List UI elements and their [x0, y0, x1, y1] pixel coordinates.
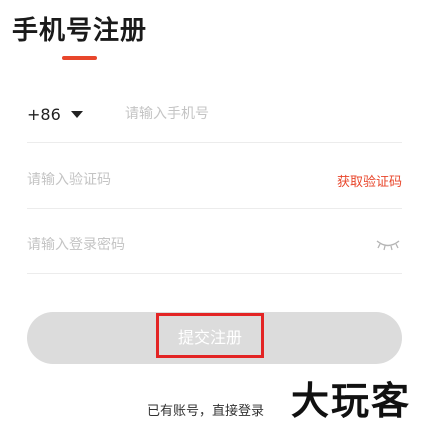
title-underline	[62, 56, 97, 60]
caret-down-icon	[70, 110, 83, 118]
page-title: 手机号注册	[12, 16, 148, 46]
get-code-button[interactable]: 获取验证码	[337, 171, 402, 190]
password-input[interactable]	[27, 237, 374, 253]
country-code-label: +86	[27, 104, 61, 124]
watermark-logo: 大玩客	[291, 379, 412, 423]
country-code-selector[interactable]: +86	[27, 105, 125, 124]
verify-code-row: 获取验证码	[27, 152, 402, 209]
verify-code-input[interactable]	[27, 172, 337, 188]
submit-button[interactable]: 提交注册	[156, 313, 264, 358]
password-row	[27, 217, 402, 274]
phone-row: +86	[27, 86, 402, 143]
eye-closed-icon[interactable]	[374, 237, 402, 253]
login-link[interactable]: 已有账号，直接登录	[147, 400, 264, 419]
phone-input[interactable]	[125, 106, 402, 122]
